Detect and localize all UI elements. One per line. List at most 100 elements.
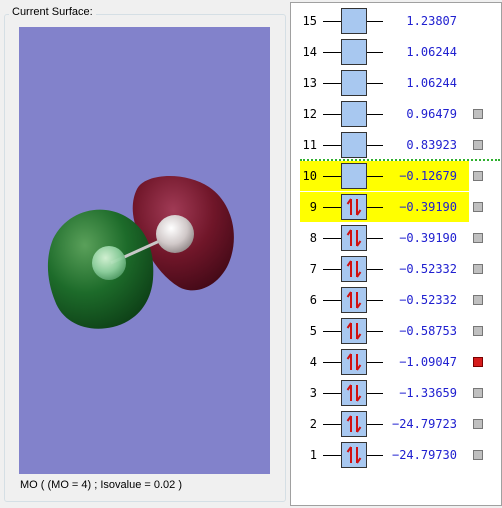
mo-energy: −0.52332 xyxy=(399,293,457,307)
mo-number: 10 xyxy=(302,169,317,183)
occupied-orbital-box[interactable] xyxy=(341,225,367,251)
spin-down-arrow-icon xyxy=(356,323,362,340)
level-line-left xyxy=(323,455,341,456)
occupied-orbital-box[interactable] xyxy=(341,411,367,437)
mo-number: 1 xyxy=(309,448,317,462)
surface-toggle-checkbox[interactable] xyxy=(473,388,483,398)
spin-up-arrow-icon xyxy=(346,384,352,401)
level-line-left xyxy=(323,176,341,177)
mo-level-row[interactable]: 2 −24.79723 xyxy=(291,409,501,439)
level-line-left xyxy=(323,362,341,363)
spin-up-arrow-icon xyxy=(346,415,352,432)
level-line-left xyxy=(323,83,341,84)
mo-energy: −1.33659 xyxy=(399,386,457,400)
current-surface-title: Current Surface: xyxy=(9,5,96,19)
mo-level-panel[interactable]: 15 1.23807 14 1.06244 13 1.06244 12 0.96479 11 0.… xyxy=(290,2,502,506)
orbital-surface-render xyxy=(47,175,234,329)
mo-number: 8 xyxy=(309,231,317,245)
virtual-orbital-box[interactable] xyxy=(341,39,367,65)
level-line-left xyxy=(323,269,341,270)
mo-number: 11 xyxy=(302,138,317,152)
electron-pair-icon xyxy=(346,260,362,278)
surface-selected-indicator[interactable] xyxy=(473,357,483,367)
virtual-orbital-box[interactable] xyxy=(341,70,367,96)
level-line-left xyxy=(323,393,341,394)
level-line-left xyxy=(323,52,341,53)
virtual-orbital-box[interactable] xyxy=(341,132,367,158)
mo-number: 6 xyxy=(309,293,317,307)
molecule-3d-viewport[interactable] xyxy=(19,27,270,474)
spin-up-arrow-icon xyxy=(346,260,352,277)
mo-number: 4 xyxy=(309,355,317,369)
mo-energy: 0.83923 xyxy=(406,138,457,152)
mo-level-row[interactable]: 15 1.23807 xyxy=(291,6,501,36)
occupied-orbital-box[interactable] xyxy=(341,287,367,313)
spin-down-arrow-icon xyxy=(356,416,362,433)
level-line-left xyxy=(323,207,341,208)
spin-down-arrow-icon xyxy=(356,230,362,247)
surface-toggle-checkbox[interactable] xyxy=(473,109,483,119)
mo-level-row[interactable]: 10 −0.12679 xyxy=(291,161,501,191)
surface-toggle-checkbox[interactable] xyxy=(473,140,483,150)
mo-number: 3 xyxy=(309,386,317,400)
occupied-orbital-box[interactable] xyxy=(341,318,367,344)
surface-caption: MO ( (MO = 4) ; Isovalue = 0.02 ) xyxy=(20,479,182,491)
mo-energy: −0.39190 xyxy=(399,200,457,214)
surface-toggle-checkbox[interactable] xyxy=(473,326,483,336)
mo-energy: −0.58753 xyxy=(399,324,457,338)
electron-pair-icon xyxy=(346,384,362,402)
mo-level-row[interactable]: 1 −24.79730 xyxy=(291,440,501,470)
surface-toggle-checkbox[interactable] xyxy=(473,202,483,212)
mo-number: 7 xyxy=(309,262,317,276)
mo-number: 5 xyxy=(309,324,317,338)
electron-pair-icon xyxy=(346,291,362,309)
mo-level-row[interactable]: 3 −1.33659 xyxy=(291,378,501,408)
spin-down-arrow-icon xyxy=(356,261,362,278)
occupied-orbital-box[interactable] xyxy=(341,256,367,282)
mo-number: 13 xyxy=(302,76,317,90)
virtual-orbital-box[interactable] xyxy=(341,163,367,189)
spin-up-arrow-icon xyxy=(346,229,352,246)
mo-level-row[interactable]: 9 −0.39190 xyxy=(291,192,501,222)
mo-energy: 1.06244 xyxy=(406,76,457,90)
mo-energy: 0.96479 xyxy=(406,107,457,121)
spin-up-arrow-icon xyxy=(346,353,352,370)
surface-toggle-checkbox[interactable] xyxy=(473,264,483,274)
electron-pair-icon xyxy=(346,415,362,433)
mo-level-row[interactable]: 4 −1.09047 xyxy=(291,347,501,377)
mo-number: 2 xyxy=(309,417,317,431)
mo-energy: −24.79723 xyxy=(391,417,457,431)
surface-toggle-checkbox[interactable] xyxy=(473,171,483,181)
spin-up-arrow-icon xyxy=(346,198,352,215)
virtual-orbital-box[interactable] xyxy=(341,8,367,34)
mo-level-row[interactable]: 14 1.06244 xyxy=(291,37,501,67)
mo-energy: −0.52332 xyxy=(399,262,457,276)
surface-toggle-checkbox[interactable] xyxy=(473,295,483,305)
occupied-orbital-box[interactable] xyxy=(341,380,367,406)
mo-level-row[interactable]: 11 0.83923 xyxy=(291,130,501,160)
mo-level-row[interactable]: 5 −0.58753 xyxy=(291,316,501,346)
level-line-left xyxy=(323,114,341,115)
mo-energy: 1.23807 xyxy=(406,14,457,28)
virtual-orbital-box[interactable] xyxy=(341,101,367,127)
occupied-orbital-box[interactable] xyxy=(341,194,367,220)
surface-toggle-checkbox[interactable] xyxy=(473,419,483,429)
spin-down-arrow-icon xyxy=(356,292,362,309)
occupied-orbital-box[interactable] xyxy=(341,442,367,468)
level-line-left xyxy=(323,331,341,332)
spin-up-arrow-icon xyxy=(346,446,352,463)
occupied-orbital-box[interactable] xyxy=(341,349,367,375)
mo-level-row[interactable]: 6 −0.52332 xyxy=(291,285,501,315)
surface-toggle-checkbox[interactable] xyxy=(473,233,483,243)
mo-level-row[interactable]: 13 1.06244 xyxy=(291,68,501,98)
mo-level-row[interactable]: 7 −0.52332 xyxy=(291,254,501,284)
spin-down-arrow-icon xyxy=(356,385,362,402)
mo-energy: 1.06244 xyxy=(406,45,457,59)
spin-down-arrow-icon xyxy=(356,199,362,216)
mo-level-row[interactable]: 12 0.96479 xyxy=(291,99,501,129)
surface-toggle-checkbox[interactable] xyxy=(473,450,483,460)
level-line-left xyxy=(323,424,341,425)
electron-pair-icon xyxy=(346,353,362,371)
mo-energy: −1.09047 xyxy=(399,355,457,369)
mo-level-row[interactable]: 8 −0.39190 xyxy=(291,223,501,253)
